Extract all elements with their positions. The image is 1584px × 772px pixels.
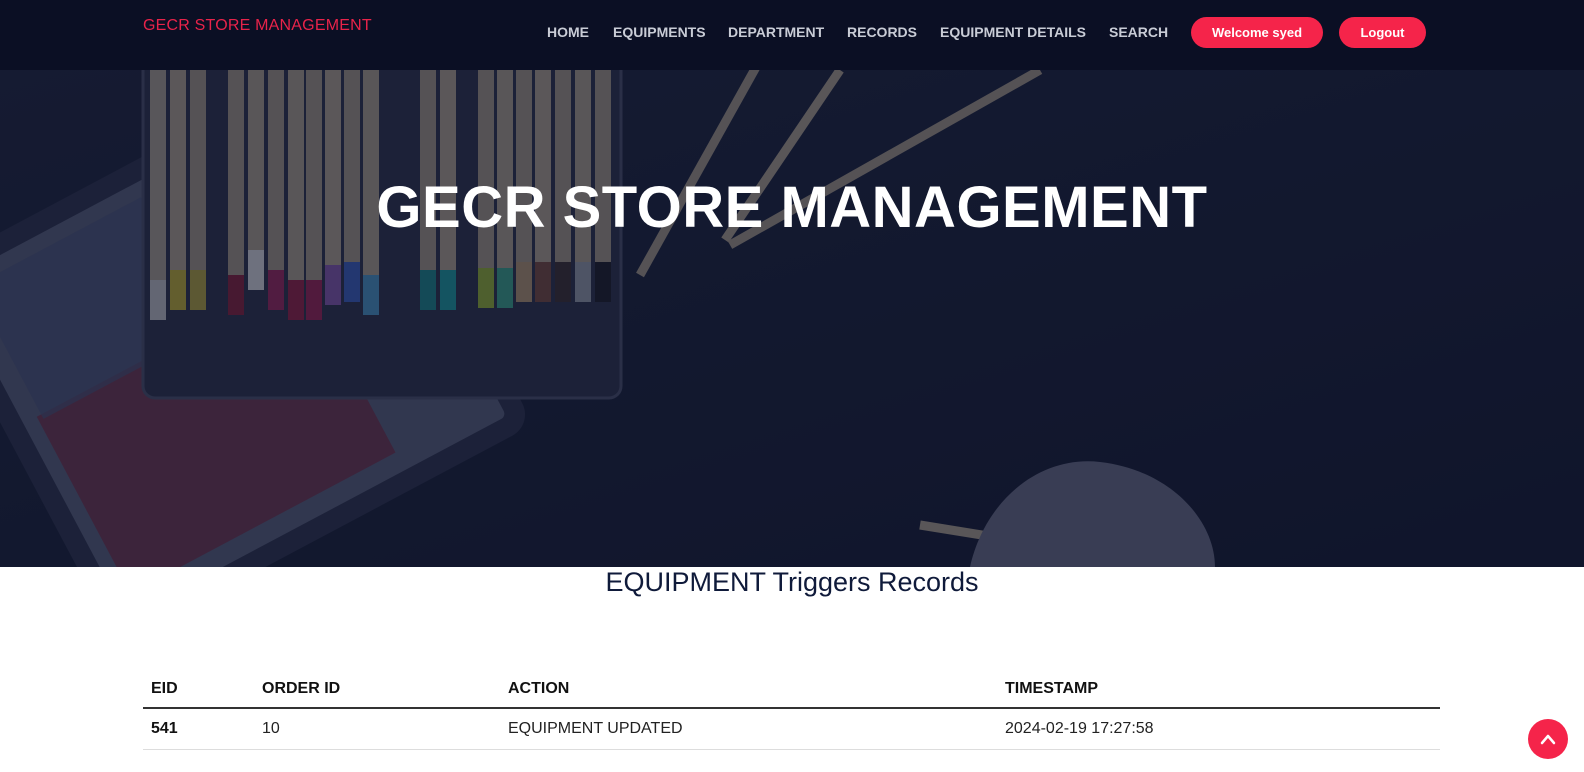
- nav-search-link[interactable]: SEARCH: [1109, 24, 1168, 40]
- action-cell: EQUIPMENT UPDATED: [500, 708, 997, 750]
- order-id-column-header: ORDER ID: [254, 670, 500, 709]
- records-table: EID ORDER ID ACTION TIMESTAMP 541 10 EQU…: [143, 670, 1440, 750]
- nav-home-link[interactable]: HOME: [547, 24, 589, 40]
- hero-background-image: [0, 70, 1584, 567]
- order-id-cell: 10: [254, 708, 500, 750]
- nav-department-link[interactable]: DEPARTMENT: [728, 24, 824, 40]
- hero-banner: GECR STORE MANAGEMENT: [0, 70, 1584, 567]
- table-row: 541 10 EQUIPMENT UPDATED 2024-02-19 17:2…: [143, 708, 1440, 750]
- eid-column-header: EID: [143, 670, 254, 709]
- hero-title: GECR STORE MANAGEMENT: [376, 175, 1208, 240]
- timestamp-cell: 2024-02-19 17:27:58: [997, 708, 1440, 750]
- table-header-row: EID ORDER ID ACTION TIMESTAMP: [143, 670, 1440, 709]
- top-navbar: GECR STORE MANAGEMENT HOME EQUIPMENTS DE…: [0, 0, 1584, 70]
- chevron-up-icon: [1540, 734, 1556, 745]
- welcome-user-button[interactable]: Welcome syed: [1191, 17, 1323, 48]
- nav-equipments-link[interactable]: EQUIPMENTS: [613, 24, 706, 40]
- nav-equipment-details-link[interactable]: EQUIPMENT DETAILS: [940, 24, 1086, 40]
- scroll-to-top-button[interactable]: [1528, 719, 1568, 759]
- logout-button[interactable]: Logout: [1339, 17, 1426, 48]
- nav-records-link[interactable]: RECORDS: [847, 24, 917, 40]
- eid-cell: 541: [143, 708, 254, 750]
- timestamp-column-header: TIMESTAMP: [997, 670, 1440, 709]
- section-title: EQUIPMENT Triggers Records: [605, 567, 979, 597]
- action-column-header: ACTION: [500, 670, 997, 709]
